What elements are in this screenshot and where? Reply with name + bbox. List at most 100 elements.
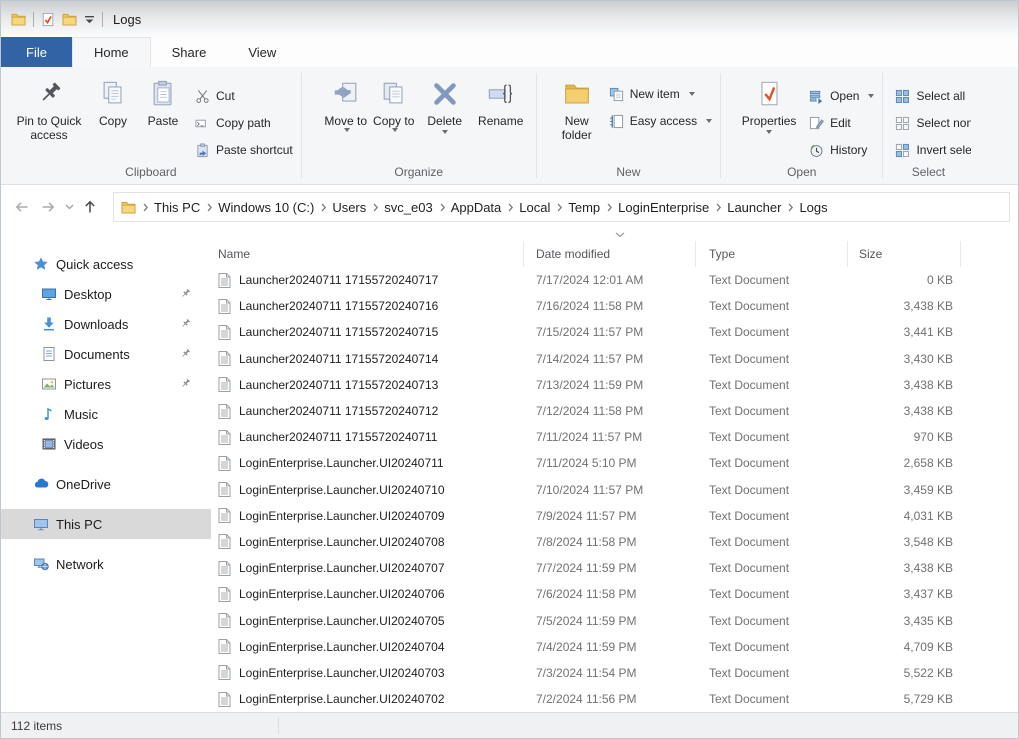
properties-button[interactable]: Properties bbox=[735, 73, 803, 134]
address-breadcrumb-box[interactable]: This PC Windows 10 (C:) Users sv bbox=[113, 192, 1010, 222]
breadcrumb-segment[interactable]: Local bbox=[519, 200, 550, 215]
file-row[interactable]: LoginEnterprise.Launcher.UI20240705 7/5/… bbox=[211, 607, 1018, 633]
column-header-date-modified[interactable]: Date modified bbox=[524, 241, 696, 267]
file-date-modified: 7/6/2024 11:58 PM bbox=[524, 587, 696, 601]
folder-icon[interactable] bbox=[11, 13, 26, 26]
file-row[interactable]: LoginEnterprise.Launcher.UI20240706 7/6/… bbox=[211, 581, 1018, 607]
breadcrumb-chevron-icon[interactable] bbox=[550, 203, 568, 212]
column-header-size[interactable]: Size bbox=[848, 241, 961, 267]
breadcrumb-segment[interactable]: svc_e03 bbox=[384, 200, 432, 215]
file-type: Text Document bbox=[696, 692, 848, 706]
cut-button[interactable]: Cut bbox=[195, 85, 293, 107]
back-button[interactable] bbox=[9, 194, 35, 220]
sidebar-item-this-pc[interactable]: This PC bbox=[1, 509, 211, 539]
move-to-button[interactable]: Move to bbox=[322, 73, 370, 132]
column-header-type[interactable]: Type bbox=[696, 241, 848, 267]
open-button[interactable]: Open bbox=[809, 85, 874, 107]
recent-locations-dropdown[interactable] bbox=[61, 194, 77, 220]
file-row[interactable]: LoginEnterprise.Launcher.UI20240710 7/10… bbox=[211, 477, 1018, 503]
text-document-icon bbox=[218, 325, 231, 340]
pin-to-quick-access-button[interactable]: Pin to Quick access bbox=[9, 73, 89, 142]
text-document-icon bbox=[218, 351, 231, 366]
breadcrumb-chevron-icon[interactable] bbox=[709, 203, 727, 212]
breadcrumb-chevron-icon[interactable] bbox=[314, 203, 332, 212]
sidebar-item-pictures[interactable]: Pictures bbox=[1, 369, 211, 399]
file-row[interactable]: Launcher20240711 17155720240715 7/15/202… bbox=[211, 319, 1018, 345]
paste-shortcut-button[interactable]: Paste shortcut bbox=[195, 139, 293, 161]
select-all-button[interactable]: Select all bbox=[895, 85, 971, 107]
select-none-button[interactable]: Select none bbox=[895, 112, 971, 134]
breadcrumb-chevron-icon[interactable] bbox=[136, 203, 154, 212]
new-item-button[interactable]: New item bbox=[609, 83, 712, 105]
history-button[interactable]: History bbox=[809, 139, 874, 161]
sidebar-item-videos[interactable]: Videos bbox=[1, 429, 211, 459]
sidebar-item-onedrive[interactable]: OneDrive bbox=[1, 469, 211, 499]
tab-file[interactable]: File bbox=[1, 37, 72, 67]
sidebar-item-music[interactable]: Music bbox=[1, 399, 211, 429]
group-label-new: New bbox=[539, 164, 718, 184]
customize-qat-dropdown-icon[interactable] bbox=[84, 15, 95, 24]
breadcrumb-chevron-icon[interactable] bbox=[433, 203, 451, 212]
breadcrumb-chevron-icon[interactable] bbox=[781, 203, 799, 212]
tab-share[interactable]: Share bbox=[151, 37, 228, 67]
file-row[interactable]: Launcher20240711 17155720240713 7/13/202… bbox=[211, 372, 1018, 398]
sidebar-item-quick-access[interactable]: Quick access bbox=[1, 249, 211, 279]
breadcrumb-chevron-icon[interactable] bbox=[366, 203, 384, 212]
file-row[interactable]: LoginEnterprise.Launcher.UI20240708 7/8/… bbox=[211, 529, 1018, 555]
ribbon: Pin to Quick access Copy Paste Cut bbox=[1, 67, 1018, 185]
breadcrumb-segment[interactable]: AppData bbox=[451, 200, 502, 215]
invert-selection-button[interactable]: Invert selection bbox=[895, 139, 971, 161]
breadcrumb-segment[interactable]: Logs bbox=[799, 200, 827, 215]
file-row[interactable]: Launcher20240711 17155720240711 7/11/202… bbox=[211, 424, 1018, 450]
up-button[interactable] bbox=[77, 194, 103, 220]
file-row[interactable]: LoginEnterprise.Launcher.UI20240707 7/7/… bbox=[211, 555, 1018, 581]
copy-button[interactable]: Copy bbox=[89, 73, 137, 128]
ribbon-group-separator bbox=[301, 73, 302, 178]
text-document-icon bbox=[218, 692, 231, 707]
file-date-modified: 7/4/2024 11:59 PM bbox=[524, 640, 696, 654]
file-row[interactable]: LoginEnterprise.Launcher.UI20240702 7/2/… bbox=[211, 686, 1018, 712]
file-row[interactable]: Launcher20240711 17155720240712 7/12/202… bbox=[211, 398, 1018, 424]
file-row[interactable]: LoginEnterprise.Launcher.UI20240704 7/4/… bbox=[211, 634, 1018, 660]
file-name: Launcher20240711 17155720240713 bbox=[239, 378, 438, 392]
new-folder-button[interactable]: New folder bbox=[551, 73, 603, 142]
breadcrumb-segment[interactable]: Users bbox=[332, 200, 366, 215]
file-size: 3,435 KB bbox=[848, 614, 961, 628]
tab-home[interactable]: Home bbox=[72, 37, 151, 67]
sidebar-item-desktop[interactable]: Desktop bbox=[1, 279, 211, 309]
sidebar-item-network[interactable]: Network bbox=[1, 549, 211, 579]
breadcrumb-segment[interactable]: LoginEnterprise bbox=[618, 200, 709, 215]
file-row[interactable]: LoginEnterprise.Launcher.UI20240709 7/9/… bbox=[211, 503, 1018, 529]
file-date-modified: 7/10/2024 11:57 PM bbox=[524, 483, 696, 497]
select-all-icon bbox=[895, 89, 910, 104]
column-header-name[interactable]: Name bbox=[211, 241, 524, 267]
properties-check-icon[interactable] bbox=[41, 12, 55, 27]
tab-view[interactable]: View bbox=[227, 37, 297, 67]
select-none-icon bbox=[895, 116, 910, 131]
file-row[interactable]: Launcher20240711 17155720240714 7/14/202… bbox=[211, 346, 1018, 372]
file-row[interactable]: Launcher20240711 17155720240716 7/16/202… bbox=[211, 293, 1018, 319]
paste-shortcut-icon bbox=[195, 143, 210, 158]
new-folder-qat-icon[interactable] bbox=[62, 13, 77, 26]
delete-button[interactable]: Delete bbox=[418, 73, 472, 134]
breadcrumb-segment[interactable]: Windows 10 (C:) bbox=[218, 200, 314, 215]
rename-button[interactable]: Rename bbox=[472, 73, 530, 128]
file-row[interactable]: LoginEnterprise.Launcher.UI20240711 7/11… bbox=[211, 450, 1018, 476]
breadcrumb-segment[interactable]: This PC bbox=[154, 200, 200, 215]
file-row[interactable]: Launcher20240711 17155720240717 7/17/202… bbox=[211, 267, 1018, 293]
breadcrumb-segment[interactable]: Temp bbox=[568, 200, 600, 215]
file-row[interactable]: LoginEnterprise.Launcher.UI20240703 7/3/… bbox=[211, 660, 1018, 686]
paste-button[interactable]: Paste bbox=[137, 73, 189, 128]
breadcrumb-segment[interactable]: Launcher bbox=[727, 200, 781, 215]
easy-access-button[interactable]: Easy access bbox=[609, 110, 712, 132]
dropdown-arrow bbox=[766, 130, 772, 134]
forward-button[interactable] bbox=[35, 194, 61, 220]
sidebar-item-downloads[interactable]: Downloads bbox=[1, 309, 211, 339]
breadcrumb-chevron-icon[interactable] bbox=[600, 203, 618, 212]
copy-to-button[interactable]: Copy to bbox=[370, 73, 418, 132]
edit-button[interactable]: Edit bbox=[809, 112, 874, 134]
breadcrumb-chevron-icon[interactable] bbox=[501, 203, 519, 212]
sidebar-item-documents[interactable]: Documents bbox=[1, 339, 211, 369]
breadcrumb-chevron-icon[interactable] bbox=[200, 203, 218, 212]
copy-path-button[interactable]: Copy path bbox=[195, 112, 293, 134]
